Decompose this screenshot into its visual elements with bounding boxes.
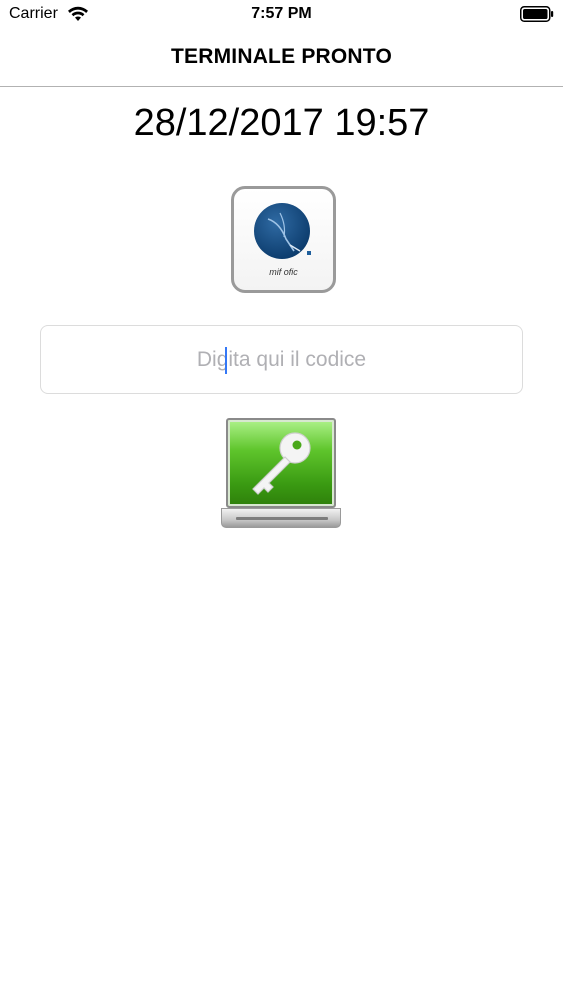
key-confirm-button[interactable]: [221, 416, 341, 530]
page-title: TERMINALE PRONTO: [171, 45, 392, 68]
code-input[interactable]: [41, 326, 522, 393]
key-button-base: [221, 508, 341, 528]
company-logo-icon: [254, 203, 311, 259]
text-caret: [225, 347, 227, 374]
key-button-base-line: [236, 517, 328, 520]
logo-caption: mif ofic: [269, 267, 298, 277]
navigation-bar: TERMINALE PRONTO: [0, 30, 563, 87]
battery-full-icon: [520, 6, 554, 22]
company-logo-tile: mif ofic: [231, 186, 336, 293]
key-icon: [252, 432, 311, 495]
screen: Carrier 7:57 PM TERMINALE PRONTO 28/12/2…: [0, 0, 563, 1000]
status-time: 7:57 PM: [251, 5, 312, 22]
status-bar: Carrier 7:57 PM: [0, 0, 563, 30]
code-field[interactable]: [40, 325, 523, 394]
current-datetime: 28/12/2017 19:57: [133, 102, 430, 144]
